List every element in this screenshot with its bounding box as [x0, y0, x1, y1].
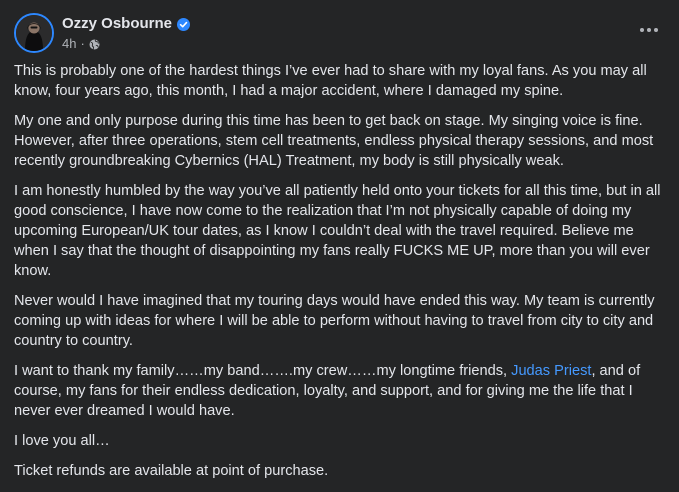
post-closing: I love you all… — [14, 433, 110, 449]
more-options-icon[interactable] — [633, 20, 665, 40]
post-header: Ozzy Osbourne 4h · — [14, 13, 191, 53]
post-timestamp[interactable]: 4h — [62, 36, 76, 51]
post-body: This is probably one of the hardest thin… — [14, 61, 666, 491]
verified-badge-icon — [177, 17, 191, 31]
post-paragraph-thanks: I want to thank my family……my band…….my … — [14, 361, 666, 421]
post-paragraph: Never would I have imagined that my tour… — [14, 293, 655, 349]
post-paragraph: My one and only purpose during this time… — [14, 113, 654, 169]
thanks-text-start: I want to thank my family……my band…….my … — [14, 363, 512, 379]
post-meta: Ozzy Osbourne 4h · — [62, 15, 191, 51]
author-name[interactable]: Ozzy Osbourne — [62, 15, 172, 33]
author-row: Ozzy Osbourne — [62, 15, 191, 33]
post-paragraph: This is probably one of the hardest thin… — [14, 63, 647, 99]
facebook-post: Ozzy Osbourne 4h · This is probably one … — [0, 0, 679, 492]
globe-icon[interactable] — [89, 38, 100, 50]
post-refunds: Ticket refunds are available at point of… — [14, 463, 329, 479]
post-subline: 4h · — [62, 36, 190, 51]
post-paragraph: I am honestly humbled by the way you’ve … — [14, 183, 661, 279]
judas-priest-link[interactable]: Judas Priest — [511, 363, 591, 379]
avatar[interactable] — [14, 13, 54, 53]
separator-dot: · — [80, 36, 85, 51]
